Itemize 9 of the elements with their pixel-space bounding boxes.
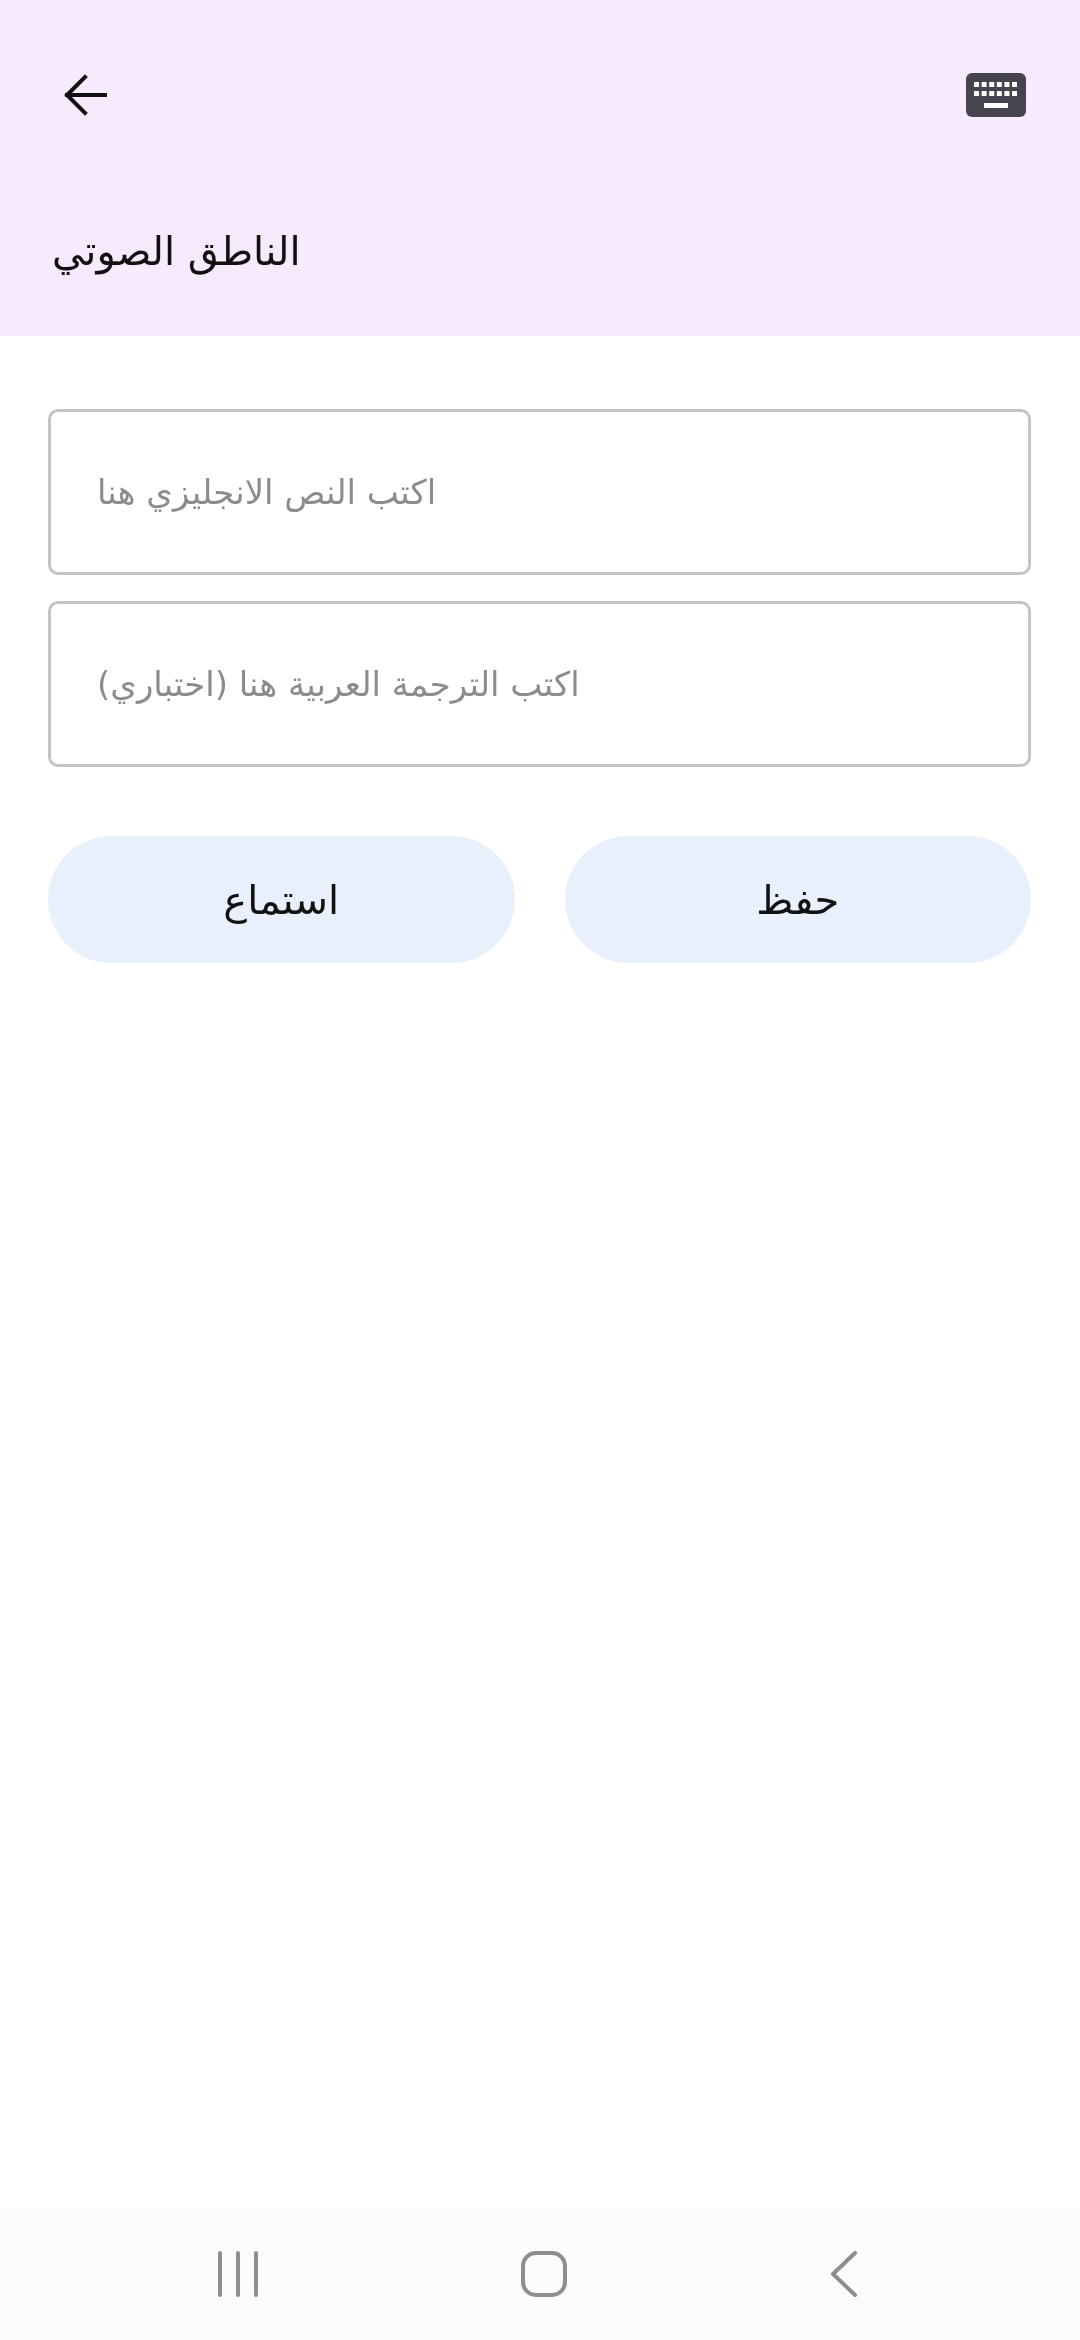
back-chevron-icon[interactable] [830, 2251, 858, 2297]
action-button[interactable]: حفظ [564, 836, 1031, 963]
home-icon[interactable] [521, 2251, 567, 2297]
screen-title: الناطق الصوتي [52, 227, 301, 277]
recent-apps-icon[interactable] [218, 2251, 258, 2297]
action-button[interactable]: استماع [48, 836, 515, 963]
keyboard-icon[interactable] [966, 73, 1026, 117]
input-field[interactable]: اكتب النص الانجليزي هنا [48, 409, 1031, 575]
input-field[interactable]: اكتب الترجمة العربية هنا (اختباري) [48, 601, 1031, 767]
